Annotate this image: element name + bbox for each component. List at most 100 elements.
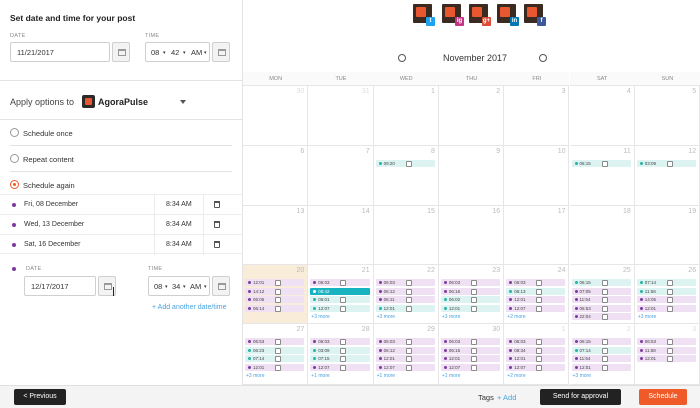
account-selector[interactable]: AgoraPulse xyxy=(98,97,148,107)
scheduled-post[interactable]: 06:53 xyxy=(571,304,631,312)
calendar-day-cell[interactable]: 15 xyxy=(373,206,439,265)
calendar-day-cell[interactable]: 13 xyxy=(243,206,309,265)
time-ampm[interactable]: AM xyxy=(191,48,202,57)
calendar-day-cell[interactable]: 24 06:03 06:13 12:01 12:07 +2 more xyxy=(504,265,570,324)
time-hour[interactable]: 08 xyxy=(154,282,162,291)
scheduled-post[interactable]: 06:11 xyxy=(375,296,435,303)
scheduled-post[interactable]: 11:58 xyxy=(636,287,697,295)
calendar-day-cell[interactable]: 29 06:03 06:12 12:01 12:07 +1 more xyxy=(373,324,439,385)
scheduled-post[interactable]: 07:14 xyxy=(636,279,697,286)
calendar-day-cell[interactable]: 28 06:03 03:09 07:15 12:07 +1 more xyxy=(308,324,374,385)
social-profile-avatar[interactable]: t xyxy=(413,4,435,26)
more-posts-link[interactable]: +3 more xyxy=(638,314,656,320)
scheduled-post[interactable]: 07:14 xyxy=(571,346,631,354)
scheduled-post[interactable]: 06:14 xyxy=(245,304,305,312)
calendar-day-cell[interactable]: 6 xyxy=(243,146,309,206)
calendar-day-cell[interactable]: 1 06:03 08:34 12:01 12:07 +2 more xyxy=(504,324,570,385)
scheduled-post[interactable]: 06:12 xyxy=(375,287,435,295)
scheduled-post[interactable]: 12:01 xyxy=(636,304,697,312)
previous-button[interactable]: < Previous xyxy=(14,389,66,405)
calendar-day-cell[interactable]: 11 06:15 xyxy=(569,146,635,206)
scheduled-post[interactable]: 06:13 xyxy=(506,287,566,295)
social-profile-avatar[interactable]: f xyxy=(524,4,546,26)
scheduled-post[interactable]: 06:53 xyxy=(636,338,697,345)
scheduled-post[interactable]: 07:05 xyxy=(571,287,631,295)
calendar-day-cell[interactable]: 3 xyxy=(504,86,570,146)
calendar-day-cell[interactable]: 5 xyxy=(634,86,700,146)
more-posts-link[interactable]: +3 more xyxy=(311,314,329,320)
calendar-day-cell[interactable]: 30 06:03 06:15 12:01 12:07 +1 more xyxy=(438,324,505,385)
scheduled-post[interactable]: 06:12 xyxy=(375,346,435,354)
scheduled-post[interactable]: 06:15 xyxy=(440,346,501,354)
social-profile-avatar[interactable]: in xyxy=(497,4,519,26)
scheduled-post[interactable]: 06:15 xyxy=(571,160,631,167)
scheduled-post[interactable]: 12:07 xyxy=(375,363,435,371)
scheduled-post[interactable]: 12:01 xyxy=(506,355,566,362)
calendar-day-cell[interactable]: 2 xyxy=(438,86,505,146)
scheduled-post[interactable]: 08:42 xyxy=(310,287,370,295)
more-posts-link[interactable]: +1 more xyxy=(442,373,460,379)
more-posts-link[interactable]: +3 more xyxy=(377,314,395,320)
scheduled-post[interactable]: 06:03 xyxy=(310,279,370,286)
calendar-day-cell[interactable]: 20 12:01 14:12 06:06 06:14 xyxy=(243,265,309,324)
scheduled-post[interactable]: 06:03 xyxy=(440,279,501,286)
scheduled-post[interactable]: 12:01 xyxy=(440,355,501,362)
scheduled-post[interactable]: 12:01 xyxy=(636,355,697,362)
scheduled-post[interactable]: 12:07 xyxy=(310,304,370,312)
scheduled-post[interactable]: 06:23 xyxy=(245,346,305,354)
calendar-day-cell[interactable]: 12 03:09 xyxy=(634,146,700,206)
scheduled-post[interactable]: 11:54 xyxy=(571,296,631,303)
scheduled-post[interactable]: 11:58 xyxy=(636,346,697,354)
scheduled-post[interactable]: 06:03 xyxy=(375,338,435,345)
more-posts-link[interactable]: +3 more xyxy=(442,314,460,320)
schedule-button[interactable]: Schedule xyxy=(639,389,687,405)
social-profile-avatar[interactable]: g+ xyxy=(469,4,491,26)
calendar-day-cell[interactable]: 14 xyxy=(308,206,374,265)
time-minute[interactable]: 34 xyxy=(172,282,180,291)
scheduled-post[interactable]: 06:15 xyxy=(571,338,631,345)
scheduled-post[interactable]: 06:03 xyxy=(506,279,566,286)
social-profile-avatar[interactable]: ig xyxy=(442,4,464,26)
scheduled-post[interactable]: 08:34 xyxy=(506,346,566,354)
time-field[interactable]: 08 ▾ 42 ▾ AM ▾ xyxy=(145,42,210,62)
calendar-day-cell[interactable]: 21 06:03 08:42 06:01 12:07 +3 more xyxy=(308,265,374,324)
scheduled-post[interactable]: 12:01 xyxy=(571,363,631,371)
scheduled-post[interactable]: 03:09 xyxy=(310,346,370,354)
more-posts-link[interactable]: +1 more xyxy=(311,373,329,379)
trash-icon[interactable] xyxy=(214,241,220,248)
scheduled-post[interactable]: 06:02 xyxy=(440,296,501,303)
calendar-day-cell[interactable]: 25 06:15 07:05 11:54 06:53 22:04 xyxy=(569,265,635,324)
prev-month-icon[interactable] xyxy=(398,54,406,62)
trash-icon[interactable] xyxy=(214,201,220,208)
next-month-icon[interactable] xyxy=(539,54,547,62)
calendar-picker-button[interactable] xyxy=(112,42,130,62)
time-hour[interactable]: 08 xyxy=(151,48,159,57)
calendar-day-cell[interactable]: 22 06:03 06:12 06:11 12:01 +3 more xyxy=(373,265,439,324)
calendar-day-cell[interactable]: 4 xyxy=(569,86,635,146)
scheduled-post[interactable]: 03:09 xyxy=(636,160,697,167)
calendar-day-cell[interactable]: 17 xyxy=(504,206,570,265)
calendar-day-cell[interactable]: 23 06:03 06:16 06:02 12:01 +3 more xyxy=(438,265,505,324)
new-time-button[interactable] xyxy=(212,276,230,296)
scheduled-post[interactable]: 12:01 xyxy=(375,304,435,312)
scheduled-post[interactable]: 14:05 xyxy=(636,296,697,303)
time-ampm[interactable]: AM xyxy=(190,282,201,291)
scheduled-post[interactable]: 06:03 xyxy=(310,338,370,345)
calendar-day-cell[interactable]: 3 06:53 11:58 12:01 xyxy=(634,324,700,385)
calendar-day-cell[interactable]: 1 xyxy=(373,86,439,146)
scheduled-post[interactable]: 06:53 xyxy=(245,338,305,345)
scheduled-post[interactable]: 06:06 xyxy=(245,296,305,303)
calendar-day-cell[interactable]: 19 xyxy=(634,206,700,265)
calendar-day-cell[interactable]: 16 xyxy=(438,206,505,265)
calendar-day-cell[interactable]: 26 07:14 11:58 14:05 12:01 +3 more xyxy=(634,265,700,324)
calendar-day-cell[interactable]: 18 xyxy=(569,206,635,265)
scheduled-post[interactable]: 12:07 xyxy=(506,304,566,312)
trash-icon[interactable] xyxy=(214,221,220,228)
add-date-time-link[interactable]: + Add another date/time xyxy=(152,304,227,311)
scheduled-post[interactable]: 12:07 xyxy=(310,363,370,371)
calendar-day-cell[interactable]: 7 xyxy=(308,146,374,206)
calendar-day-cell[interactable]: 31 xyxy=(308,86,374,146)
new-time-field[interactable]: 08 ▾ 34 ▾ AM ▾ xyxy=(148,276,210,296)
more-posts-link[interactable]: +3 more xyxy=(573,373,591,379)
scheduled-post[interactable]: 06:01 xyxy=(310,296,370,303)
